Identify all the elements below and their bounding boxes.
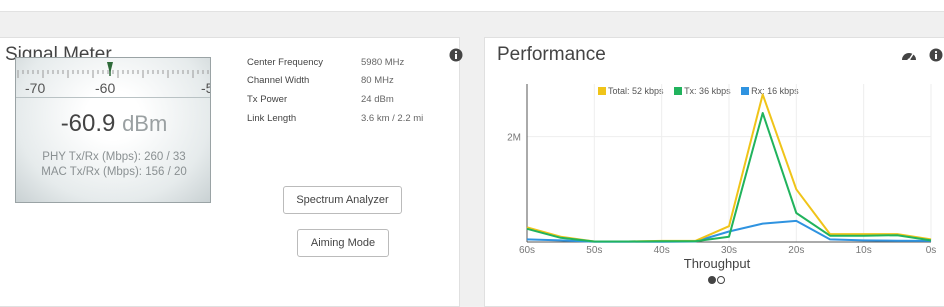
spectrum-analyzer-button[interactable]: Spectrum Analyzer (283, 186, 402, 214)
signal-reading: -60.9 dBm (16, 110, 210, 138)
aiming-mode-button[interactable]: Aiming Mode (297, 229, 389, 257)
scale-label-right: -5 (201, 80, 210, 96)
y-tick-label: 2M (507, 133, 521, 144)
x-axis-title: Throughput (684, 256, 751, 271)
top-bar (0, 0, 944, 12)
x-tick-label: 40s (654, 245, 670, 256)
phy-rate-row: PHY Tx/Rx (Mbps): 260 / 33 (16, 150, 210, 165)
info-value: 80 MHz (361, 75, 394, 86)
signal-meter-gauge: -70 -60 -5 -60.9 dBm PHY Tx/Rx (Mbps): 2… (15, 57, 211, 203)
pager-dot[interactable] (708, 276, 716, 284)
speedometer-icon[interactable] (900, 48, 918, 62)
scale-label-center: -60 (95, 80, 116, 96)
info-icon[interactable] (929, 48, 943, 62)
x-tick-label: 60s (519, 245, 535, 256)
x-tick-label: 30s (721, 245, 737, 256)
phy-value: 260 / 33 (144, 151, 186, 163)
pager-dot[interactable] (717, 276, 725, 284)
info-icon[interactable] (449, 48, 463, 62)
performance-title: Performance (497, 44, 606, 65)
x-tick-label: 10s (856, 245, 872, 256)
mac-label: MAC Tx/Rx (Mbps): (41, 166, 142, 178)
x-tick-label: 20s (788, 245, 804, 256)
scale-label-left: -70 (25, 80, 46, 96)
throughput-chart: 60s 50s 40s 30s 20s 10s 0s 2M Throughput (507, 84, 937, 284)
info-value: 24 dBm (361, 94, 394, 105)
signal-unit: dBm (122, 111, 168, 136)
mac-rate-row: MAC Tx/Rx (Mbps): 156 / 20 (16, 165, 210, 180)
info-value: 5980 MHz (361, 57, 405, 68)
info-key: Channel Width (247, 75, 310, 86)
info-key: Center Frequency (247, 57, 324, 68)
x-tick-label: 50s (586, 245, 602, 256)
mac-value: 156 / 20 (145, 166, 187, 178)
info-key: Link Length (247, 113, 297, 124)
info-value: 3.6 km / 2.2 mi (361, 113, 424, 124)
signal-value: -60.9 (60, 110, 116, 137)
meter-scale: -70 -60 -5 (16, 58, 210, 98)
info-key: Tx Power (247, 94, 288, 105)
phy-label: PHY Tx/Rx (Mbps): (42, 151, 141, 163)
x-tick-label: 0s (926, 245, 937, 256)
rates: PHY Tx/Rx (Mbps): 260 / 33 MAC Tx/Rx (Mb… (16, 150, 210, 180)
